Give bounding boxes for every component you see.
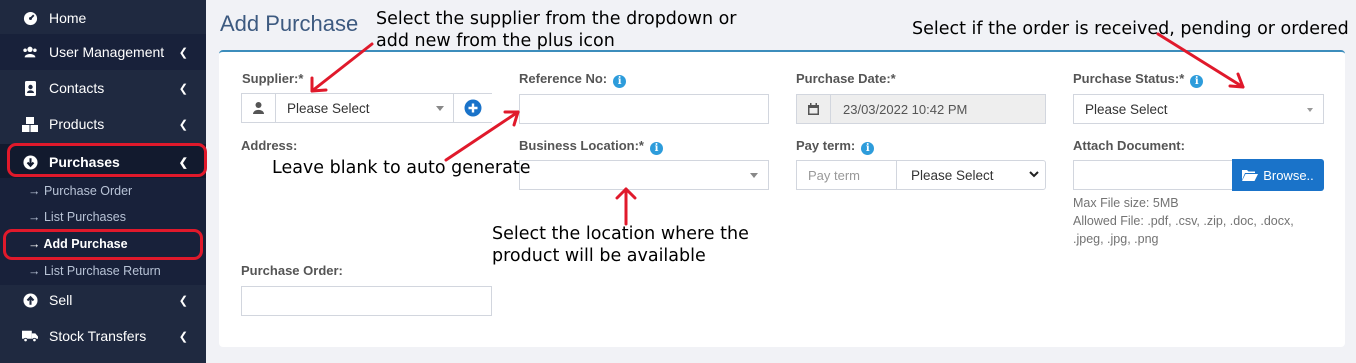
annotation-arrows <box>310 32 1245 226</box>
arrow-to-status <box>1156 32 1245 89</box>
arrow-to-reference <box>444 110 520 162</box>
arrow-to-supplier <box>310 42 374 93</box>
